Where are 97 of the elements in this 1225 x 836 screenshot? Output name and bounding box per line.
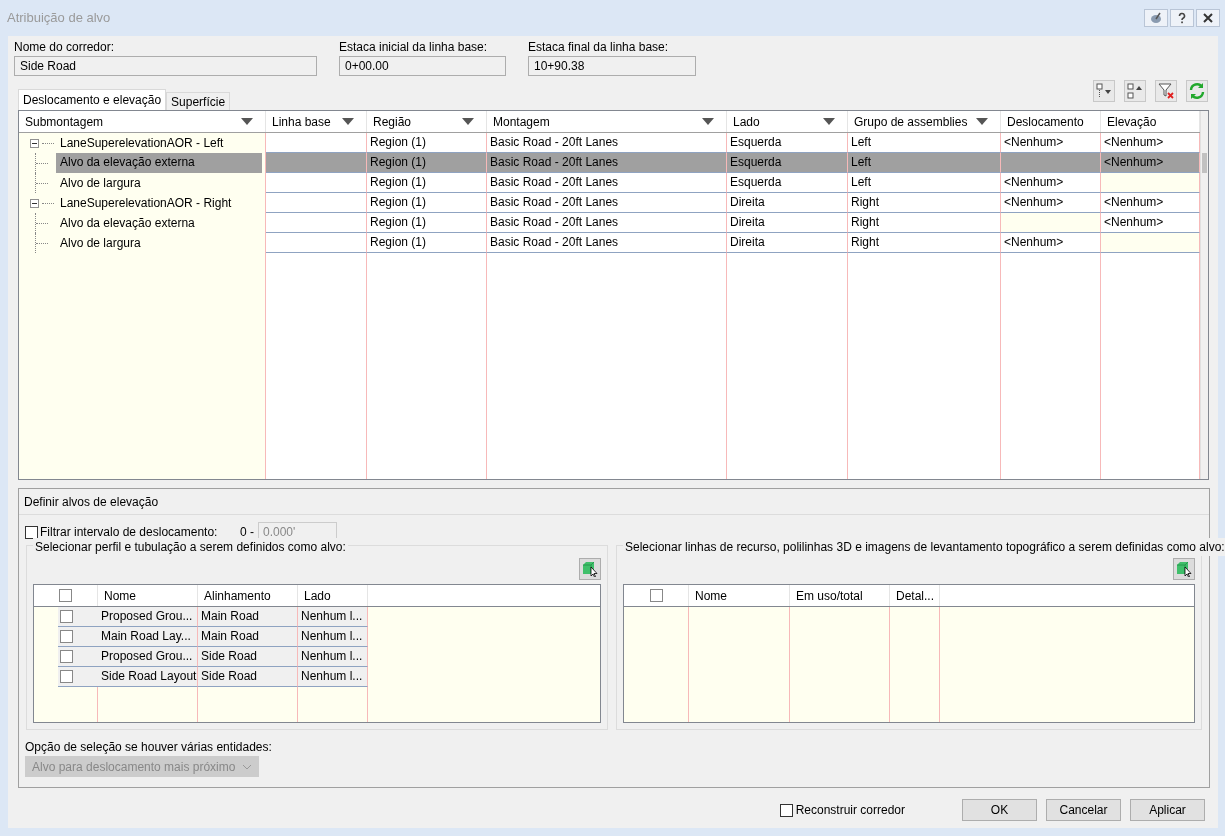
table-cell: Direita: [727, 213, 848, 233]
expand-button[interactable]: [1093, 80, 1115, 102]
table-cell: Basic Road - 20ft Lanes: [487, 213, 727, 233]
column-header[interactable]: Alinhamento: [198, 585, 298, 606]
close-icon: [1201, 11, 1215, 25]
caret-icon[interactable]: [241, 118, 253, 125]
field-label: Nome do corredor:: [14, 39, 116, 56]
cube-cursor-icon: [1176, 561, 1192, 577]
option-label: Opção de seleção se houver várias entidades:: [24, 739, 273, 754]
column-header[interactable]: Montagem: [487, 111, 727, 132]
checkbox[interactable]: [60, 650, 73, 663]
table-cell: Proposed Grou...: [98, 647, 198, 667]
table-cell: Esquerda: [727, 153, 848, 173]
checkbox[interactable]: [60, 630, 73, 643]
range-label: 0 -: [240, 524, 254, 541]
help-button[interactable]: [1170, 9, 1194, 27]
window-title: Atribuição de alvo: [7, 9, 112, 28]
column-header[interactable]: Grupo de assemblies: [848, 111, 1001, 132]
text-field[interactable]: 10+90.38: [528, 56, 696, 76]
filter-clear-icon: [1158, 83, 1174, 99]
column-header[interactable]: Detal...: [890, 585, 940, 606]
checkbox[interactable]: [649, 589, 663, 602]
communication-center-button[interactable]: [1144, 9, 1168, 27]
scrollbar[interactable]: [1200, 111, 1208, 479]
checkbox[interactable]: [60, 670, 73, 683]
caret-icon[interactable]: [823, 118, 835, 125]
column-header[interactable]: Lado: [727, 111, 848, 132]
collapse-icon[interactable]: [30, 198, 39, 208]
checkbox-label: Reconstruir corredor: [795, 802, 905, 819]
table-cell: Region (1): [367, 213, 487, 233]
column-header[interactable]: Região: [367, 111, 487, 132]
table-cell: Side Road: [198, 647, 298, 667]
table-cell: Nenhum l...: [298, 627, 368, 647]
dialog-button[interactable]: OK: [962, 799, 1037, 821]
column-header[interactable]: Nome: [689, 585, 790, 606]
pick-button[interactable]: [579, 558, 601, 580]
clear-filter-button[interactable]: [1155, 80, 1177, 102]
table-cell: Proposed Grou...: [98, 607, 198, 627]
caret-icon[interactable]: [342, 118, 354, 125]
table-cell: Left: [848, 173, 1001, 193]
table-cell: Left: [848, 153, 1001, 173]
checkbox[interactable]: [779, 803, 793, 817]
column-header[interactable]: Submontagem: [19, 111, 266, 132]
tab[interactable]: Superfície: [166, 92, 231, 110]
tab[interactable]: Deslocamento e elevação: [18, 89, 167, 110]
table-cell: Region (1): [367, 193, 487, 213]
checkbox[interactable]: [60, 610, 73, 623]
table-cell: Nenhum l...: [298, 667, 368, 687]
collapse-icon[interactable]: [30, 138, 39, 148]
table-cell: Region (1): [367, 173, 487, 193]
dialog-button[interactable]: Cancelar: [1046, 799, 1121, 821]
table-cell: Side Road Layout: [98, 667, 198, 687]
refresh-icon: [1188, 82, 1206, 100]
table-cell: <Nenhum>: [1101, 153, 1200, 173]
collapse-button[interactable]: [1124, 80, 1146, 102]
tree-collapse-icon: [1127, 83, 1143, 99]
caret-icon[interactable]: [702, 118, 714, 125]
refresh-button[interactable]: [1186, 80, 1208, 102]
table-cell: Basic Road - 20ft Lanes: [487, 173, 727, 193]
column-header[interactable]: Em uso/total: [790, 585, 890, 606]
table-cell: Basic Road - 20ft Lanes: [487, 153, 727, 173]
column-header[interactable]: Nome: [98, 585, 198, 606]
group-label: Selecionar linhas de recurso, polilinhas 3D e imagens de levantamento topográfico a serem definidas como alvo:: [623, 538, 1225, 556]
table-cell: Side Road: [198, 667, 298, 687]
dialog-button[interactable]: Aplicar: [1130, 799, 1205, 821]
column-header[interactable]: Deslocamento: [1001, 111, 1101, 132]
table-cell: Basic Road - 20ft Lanes: [487, 193, 727, 213]
table-cell: Region (1): [367, 153, 487, 173]
column-header[interactable]: Linha base: [266, 111, 367, 132]
table-cell: Main Road: [198, 607, 298, 627]
table-cell: Direita: [727, 193, 848, 213]
pick-button[interactable]: [1173, 558, 1195, 580]
table-cell: Nenhum l...: [298, 647, 368, 667]
checkbox[interactable]: [59, 589, 72, 602]
section-title: Definir alvos de elevação: [19, 489, 1209, 515]
table-cell: Right: [848, 213, 1001, 233]
table-cell: Esquerda: [727, 173, 848, 193]
checkbox-label: Filtrar intervalo de deslocamento:: [40, 524, 219, 541]
cube-cursor-icon: [582, 561, 598, 577]
table-cell: Nenhum l...: [298, 607, 368, 627]
text-field[interactable]: Side Road: [14, 56, 317, 76]
caret-icon[interactable]: [976, 118, 988, 125]
table-cell: Main Road Lay...: [98, 627, 198, 647]
chevron-down-icon: [242, 763, 252, 770]
table-cell: Main Road: [198, 627, 298, 647]
text-field[interactable]: 0+00.00: [339, 56, 506, 76]
checkbox[interactable]: [25, 525, 38, 539]
satellite-icon: [1149, 11, 1163, 25]
field-label: Estaca final da linha base:: [528, 39, 670, 56]
caret-icon[interactable]: [462, 118, 474, 125]
group-label: Selecionar perfil e tubulação a serem definidos como alvo:: [33, 538, 348, 556]
field-label: Estaca inicial da linha base:: [339, 39, 489, 56]
tree-expand-icon: [1096, 83, 1112, 99]
column-header[interactable]: Lado: [298, 585, 368, 606]
close-button[interactable]: [1196, 9, 1220, 27]
table-cell: Right: [848, 193, 1001, 213]
tree-item[interactable]: Alvo da elevação externa: [56, 153, 262, 173]
